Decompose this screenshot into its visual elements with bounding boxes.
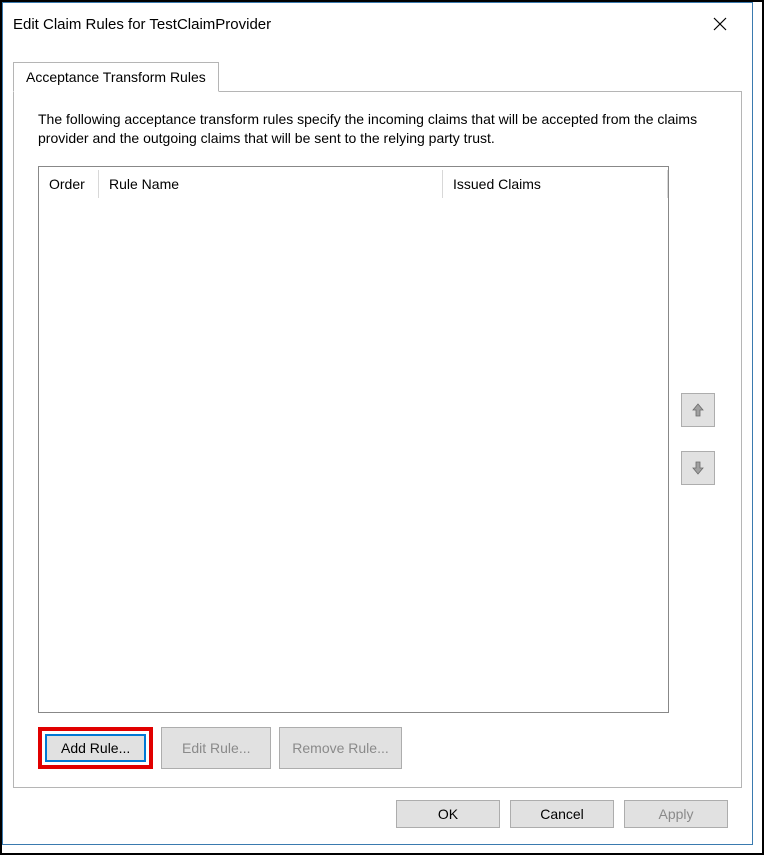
column-header-order[interactable]: Order: [39, 170, 99, 198]
apply-button[interactable]: Apply: [624, 800, 728, 828]
move-up-button[interactable]: [681, 393, 715, 427]
titlebar: Edit Claim Rules for TestClaimProvider: [3, 3, 752, 45]
highlight-add-rule: Add Rule...: [38, 727, 153, 769]
tab-acceptance-transform-rules[interactable]: Acceptance Transform Rules: [13, 62, 219, 92]
tab-strip: Acceptance Transform Rules: [13, 61, 742, 92]
panel-description: The following acceptance transform rules…: [38, 110, 717, 148]
arrow-down-icon: [690, 460, 706, 476]
close-icon: [713, 17, 727, 31]
window-title: Edit Claim Rules for TestClaimProvider: [13, 16, 271, 33]
reorder-controls: [669, 166, 717, 713]
close-button[interactable]: [698, 9, 742, 39]
cancel-button[interactable]: Cancel: [510, 800, 614, 828]
list-header: Order Rule Name Issued Claims: [39, 167, 668, 201]
dialog-body: Acceptance Transform Rules The following…: [3, 45, 752, 844]
column-header-issued-claims[interactable]: Issued Claims: [443, 170, 668, 198]
rules-row: Order Rule Name Issued Claims: [38, 166, 717, 713]
arrow-up-icon: [690, 402, 706, 418]
move-down-button[interactable]: [681, 451, 715, 485]
edit-rule-button[interactable]: Edit Rule...: [161, 727, 271, 769]
remove-rule-button[interactable]: Remove Rule...: [279, 727, 401, 769]
rule-buttons-row: Add Rule... Edit Rule... Remove Rule...: [38, 727, 717, 769]
dialog-window: Edit Claim Rules for TestClaimProvider A…: [2, 2, 753, 845]
tab-panel: The following acceptance transform rules…: [13, 92, 742, 788]
screenshot-frame: Edit Claim Rules for TestClaimProvider A…: [0, 0, 764, 855]
rules-listview[interactable]: Order Rule Name Issued Claims: [38, 166, 669, 713]
list-body: [39, 201, 668, 712]
dialog-buttons-row: OK Cancel Apply: [13, 788, 742, 832]
add-rule-button[interactable]: Add Rule...: [45, 734, 146, 762]
ok-button[interactable]: OK: [396, 800, 500, 828]
column-header-rule-name[interactable]: Rule Name: [99, 170, 443, 198]
